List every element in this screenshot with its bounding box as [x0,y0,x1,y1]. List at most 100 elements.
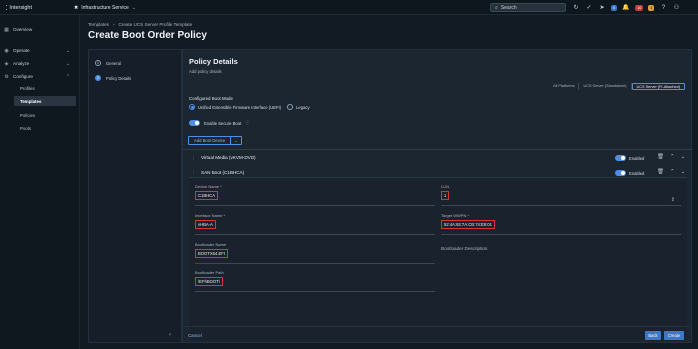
radio-legacy[interactable]: Legacy [287,104,310,110]
interface-name-value[interactable]: vHBA-A [195,220,216,229]
search-input[interactable]: ⌕ Search [490,3,566,12]
tab-ucs-fi-attached[interactable]: UCS Server (FI-Attached) [631,83,685,90]
sidebar: ▦ Overview ◉ Operate ⌄ ◈ Analyze ⌄ ⚙ Con… [0,15,80,349]
field-underline [441,234,681,235]
alerts-badge[interactable]: 10 [635,4,644,11]
drag-handle-icon[interactable]: ⋮ [191,170,196,176]
stepper-icon[interactable]: ⇕ [671,197,675,203]
boot-mode-label: Configured Boot Mode [189,96,233,101]
analyze-icon: ◈ [4,60,9,67]
target-wwpn-field[interactable]: Target WWPN * 52:4A:93:7A:CB:74:E9:01 [441,213,681,235]
top-bar: Intersight ✖ Infrastructure Service ⌄ ⌕ … [0,0,698,15]
section-subtitle: Add policy details [189,69,222,74]
breadcrumb-templates[interactable]: Templates [88,22,109,27]
step-number: 1 [95,60,101,66]
bootloader-name-value[interactable]: BOOTX64.EFI [195,249,228,258]
lun-value[interactable]: 1 [441,191,450,200]
bootloader-path-field[interactable]: Bootloader Path \EFI\BOOT\ [195,270,435,292]
sidebar-item-label: Operate [13,48,30,53]
device-name-field[interactable]: Device Name * C1BHCA [195,184,435,206]
breadcrumb-current: Create UCS Server Profile Template [118,22,193,27]
sidebar-item-configure[interactable]: ⚙ Configure ⌃ [4,72,76,81]
boot-device-row[interactable]: ⋮ Virtual Media (vKVM-DVD) Enabled 🗑 ⌃ ⌄ [189,152,687,165]
lun-field[interactable]: LUN 1 ⇕ [441,184,681,206]
device-actions: 🗑 ⌃ ⌄ [657,169,685,175]
device-name: Virtual Media (vKVM-DVD) [201,155,256,160]
chevron-down-icon[interactable]: ⌄ [230,137,241,144]
configure-icon: ⚙ [4,73,9,80]
radio-empty-icon [287,104,294,110]
add-boot-device-button[interactable]: Add Boot Device ⌄ [188,136,242,145]
user-icon[interactable]: ⚇ [672,4,680,12]
create-button[interactable]: Create [664,331,684,340]
sidebar-item-pools[interactable]: Pools [20,126,31,131]
secure-boot-toggle[interactable] [189,120,200,126]
operate-icon: ◉ [4,47,9,54]
field-underline [441,205,681,206]
field-label: Bootloader Name [195,242,227,247]
tab-all-platforms[interactable]: All Platforms [549,83,580,90]
logo-text: Intersight [9,4,32,11]
sidebar-item-templates[interactable]: Templates [14,96,76,106]
step-general[interactable]: 1 General [95,60,121,66]
sidebar-item-label: Overview [13,27,33,32]
target-wwpn-value[interactable]: 52:4A:93:7A:CB:74:E9:01 [441,220,495,229]
sidebar-item-policies[interactable]: Policies [20,113,35,118]
field-label: Bootloader Path [195,270,224,275]
device-enabled-toggle[interactable] [615,170,626,176]
field-label: Device Name * [195,184,222,189]
chevron-up-icon[interactable]: ⌃ [670,169,675,175]
enabled-label: Enabled [629,170,645,176]
bell-icon[interactable]: 🔔 [622,4,630,12]
page-title: Create Boot Order Policy [88,30,207,41]
field-underline [195,205,435,206]
help-icon[interactable]: ? [659,4,667,12]
cancel-button[interactable]: Cancel [188,333,202,338]
tab-ucs-standalone[interactable]: UCS Server (Standalone) [579,83,632,90]
service-label: Infrastructure Service [81,4,129,11]
divider [183,149,693,150]
sidebar-item-overview[interactable]: ▦ Overview [4,25,32,34]
section-title: Policy Details [189,57,238,66]
platform-tabs: All Platforms UCS Server (Standalone) UC… [549,83,685,90]
step-number: 2 [95,75,101,81]
chevron-down-icon[interactable]: ⌄ [681,169,686,175]
info-icon[interactable]: ⓘ [245,120,249,126]
field-label: Target WWPN * [441,213,470,218]
san-boot-form: Device Name * C1BHCA LUN 1 ⇕ Interface N… [189,177,687,340]
bootloader-path-value[interactable]: \EFI\BOOT\ [195,277,223,286]
service-selector[interactable]: ✖ Infrastructure Service ⌄ [74,3,136,12]
field-underline [195,263,435,264]
wizard-steps: 1 General 2 Policy Details ‹ [88,49,182,343]
chevron-up-icon: ⌃ [65,73,70,80]
bootloader-description-input[interactable]: Bootloader Description [441,246,487,251]
drag-handle-icon[interactable]: ⋮ [191,155,196,161]
back-button[interactable]: Back [645,331,661,340]
radio-uefi[interactable]: Unified Extensible Firmware Interface (U… [189,104,281,110]
trash-icon[interactable]: 🗑 [657,154,664,160]
warnings-badge[interactable]: 4 [648,4,655,11]
send-icon[interactable]: ➤ [598,4,606,12]
radio-label: Unified Extensible Firmware Interface (U… [198,104,282,110]
field-label: LUN [441,184,450,189]
refresh-icon[interactable]: ↻ [572,4,580,12]
chevron-down-icon[interactable]: ⌄ [681,154,686,160]
interface-name-field[interactable]: Interface Name * vHBA-A [195,213,435,235]
device-enabled-toggle[interactable] [615,155,626,161]
sidebar-item-profiles[interactable]: Profiles [20,86,35,91]
sidebar-item-analyze[interactable]: ◈ Analyze ⌄ [4,59,76,68]
intersight-logo[interactable]: Intersight [6,4,32,11]
add-boot-device-label: Add Boot Device [194,138,226,143]
bootloader-name-field[interactable]: Bootloader Name BOOTX64.EFI [195,242,435,264]
collapse-icon[interactable]: ‹ [169,332,171,338]
radio-label: Legacy [296,104,310,110]
device-name-value[interactable]: C1BHCA [195,191,218,200]
policy-details-panel: Policy Details Add policy details All Pl… [182,49,693,343]
trash-icon[interactable]: 🗑 [657,169,664,175]
top-icons: ↻ ✓ ➤ 0 🔔 10 4 ? ⚇ [572,3,680,12]
sidebar-item-operate[interactable]: ◉ Operate ⌄ [4,46,76,55]
check-circle-icon[interactable]: ✓ [585,4,593,12]
step-policy-details[interactable]: 2 Policy Details [95,75,131,81]
chevron-up-icon[interactable]: ⌃ [670,154,675,160]
tasks-badge[interactable]: 0 [611,4,618,11]
